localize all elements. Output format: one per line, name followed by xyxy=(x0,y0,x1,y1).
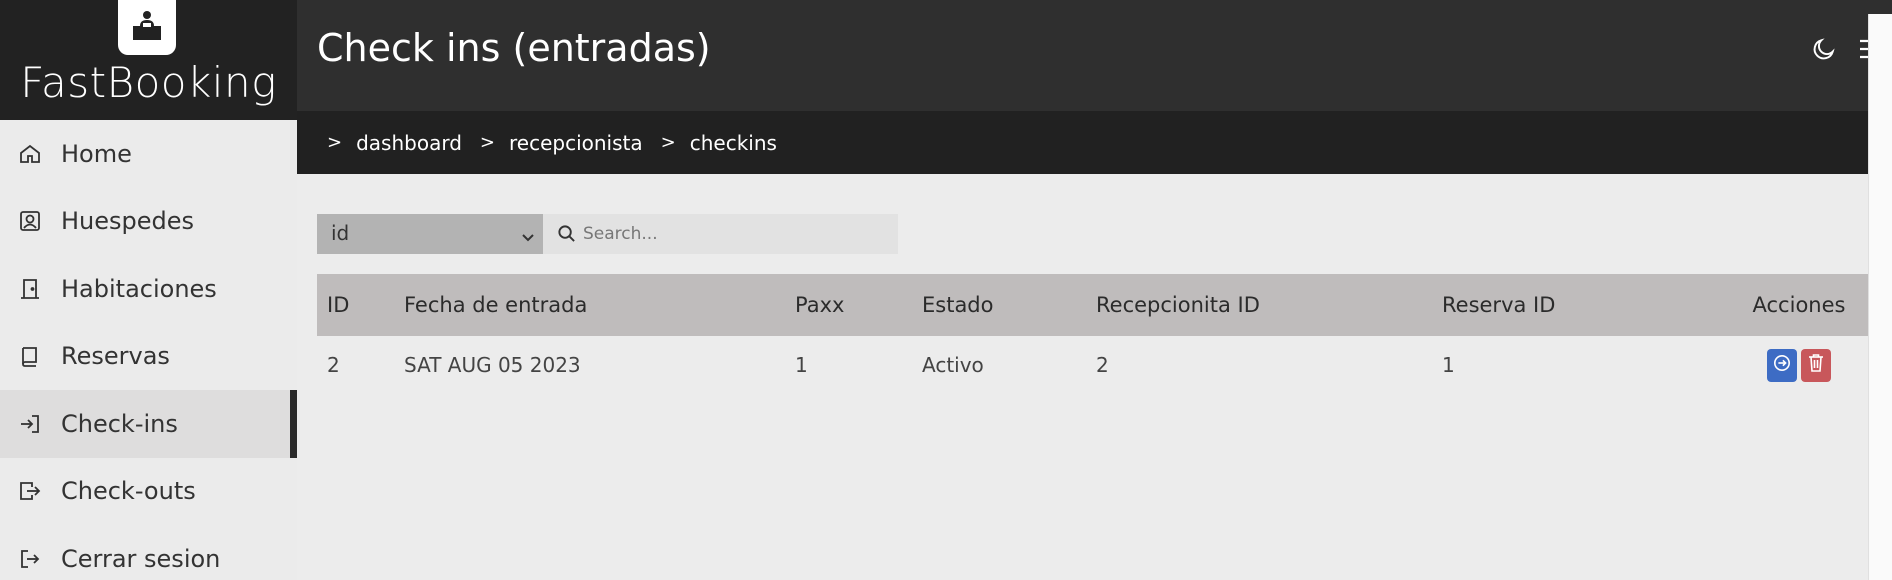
sidebar-item-label: Check-outs xyxy=(61,477,196,506)
column-header-recepcionista-id: Recepcionita ID xyxy=(1086,274,1432,336)
sidebar: FastBooking Home Huespedes Habitaciones … xyxy=(0,0,297,580)
sidebar-item-label: Huespedes xyxy=(61,207,195,236)
logout-icon xyxy=(18,547,42,571)
sidebar-item-reservas[interactable]: Reservas xyxy=(0,323,297,391)
sidebar-item-habitaciones[interactable]: Habitaciones xyxy=(0,255,297,323)
search-icon xyxy=(557,224,576,247)
breadcrumb-item[interactable]: recepcionista xyxy=(509,131,643,155)
sidebar-item-checkins[interactable]: Check-ins xyxy=(0,390,297,458)
sidebar-item-huespedes[interactable]: Huespedes xyxy=(0,188,297,256)
go-checkin-button[interactable] xyxy=(1767,348,1797,382)
column-header-fecha: Fecha de entrada xyxy=(394,274,785,336)
sidebar-item-label: Reservas xyxy=(61,342,170,371)
chevron-down-icon xyxy=(521,226,535,250)
sign-in-icon xyxy=(18,412,42,436)
moon-icon[interactable] xyxy=(1811,36,1837,66)
sidebar-item-logout[interactable]: Cerrar sesion xyxy=(0,525,297,580)
breadcrumb-item[interactable]: checkins xyxy=(690,131,777,155)
top-header: Check ins (entradas) xyxy=(297,0,1892,111)
column-header-paxx: Paxx xyxy=(785,274,912,336)
sidebar-item-home[interactable]: Home xyxy=(0,120,297,188)
cell-estado: Activo xyxy=(922,353,984,377)
cell-recepcionista-id: 2 xyxy=(1096,353,1109,377)
cell-reserva-id: 1 xyxy=(1442,353,1455,377)
page-title: Check ins (entradas) xyxy=(317,26,711,70)
brand-header: FastBooking xyxy=(0,0,297,120)
search-input[interactable] xyxy=(583,214,883,254)
arrow-right-circle-icon xyxy=(1773,353,1791,377)
cell-acciones xyxy=(1730,336,1868,394)
column-header-acciones: Acciones xyxy=(1730,274,1868,336)
door-icon xyxy=(18,277,42,301)
sidebar-item-label: Check-ins xyxy=(61,409,178,438)
cell-fecha: SAT AUG 05 2023 xyxy=(404,353,581,377)
cell-id: 2 xyxy=(327,353,340,377)
book-icon xyxy=(18,344,42,368)
main-content: id ID Fecha de entrada Paxx Estado Recep… xyxy=(297,174,1868,580)
home-icon xyxy=(18,142,42,166)
chevron-right-icon: > xyxy=(479,132,495,153)
sidebar-item-label: Cerrar sesion xyxy=(61,544,221,573)
chevron-right-icon: > xyxy=(327,132,343,153)
sign-out-icon xyxy=(18,479,42,503)
chevron-right-icon: > xyxy=(660,132,676,153)
table-row: 2 SAT AUG 05 2023 1 Activo 2 1 xyxy=(317,336,1868,394)
scrollbar[interactable] xyxy=(1868,14,1892,580)
field-select[interactable]: id xyxy=(317,214,543,254)
breadcrumb: > dashboard > recepcionista > checkins xyxy=(297,111,1868,174)
filter-bar: id xyxy=(317,214,898,254)
sidebar-item-checkouts[interactable]: Check-outs xyxy=(0,458,297,526)
column-header-estado: Estado xyxy=(912,274,1086,336)
row-actions xyxy=(1740,348,1858,382)
breadcrumb-item[interactable]: dashboard xyxy=(356,131,462,155)
user-card-icon xyxy=(18,209,42,233)
delete-button[interactable] xyxy=(1801,348,1831,382)
field-select-value: id xyxy=(331,221,350,245)
column-header-reserva-id: Reserva ID xyxy=(1432,274,1730,336)
reception-desk-icon xyxy=(118,0,176,55)
column-header-id: ID xyxy=(317,274,394,336)
sidebar-item-label: Habitaciones xyxy=(61,274,217,303)
checkins-table: ID Fecha de entrada Paxx Estado Recepcio… xyxy=(317,274,1868,394)
sidebar-nav: Home Huespedes Habitaciones Reservas Che… xyxy=(0,120,297,580)
trash-icon xyxy=(1808,353,1824,378)
sidebar-item-label: Home xyxy=(61,139,132,168)
brand-name: FastBooking xyxy=(20,58,277,107)
cell-paxx: 1 xyxy=(795,353,808,377)
table-header-row: ID Fecha de entrada Paxx Estado Recepcio… xyxy=(317,274,1868,336)
search-box xyxy=(543,214,898,254)
